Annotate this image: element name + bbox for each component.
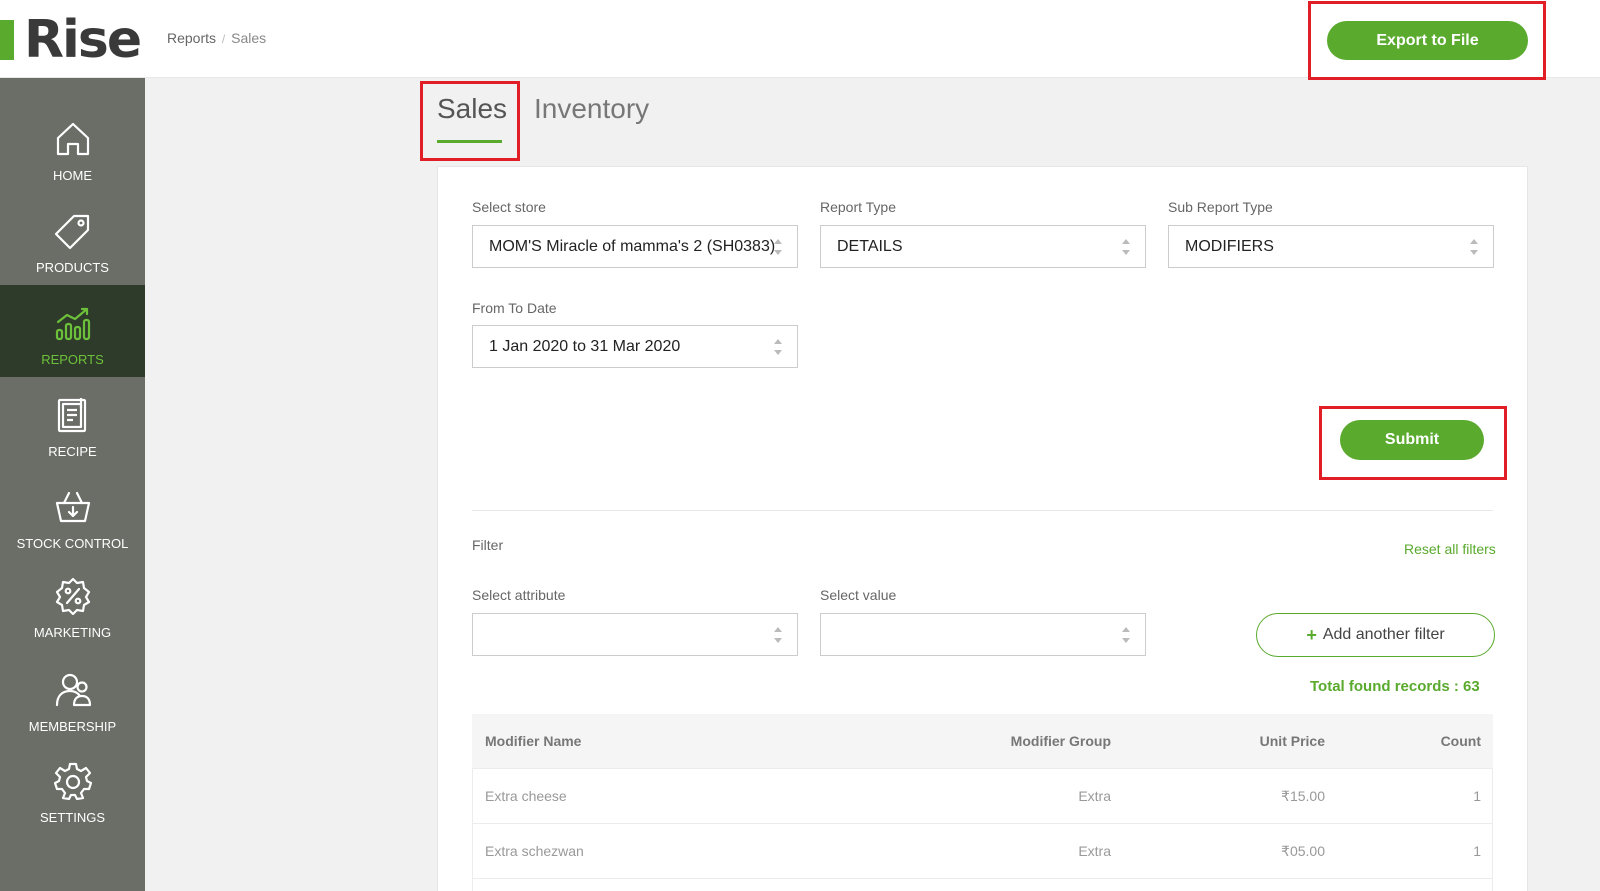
percent-badge-icon [55, 577, 90, 615]
logo[interactable]: Rise [0, 8, 142, 72]
submit-button[interactable]: Submit [1340, 420, 1484, 460]
value-select[interactable] [820, 613, 1146, 656]
sidebar-item-label: PRODUCTS [36, 260, 109, 275]
sidebar-item-reports[interactable]: REPORTS [0, 285, 145, 377]
sort-arrows-icon [1122, 627, 1130, 643]
report-type-label: Report Type [820, 199, 897, 215]
sub-report-type-label: Sub Report Type [1168, 199, 1273, 215]
add-another-filter-button[interactable]: + Add another filter [1256, 613, 1495, 657]
clipboard-icon [57, 398, 86, 433]
column-header[interactable]: Modifier Name [485, 733, 581, 749]
column-header[interactable]: Count [1441, 733, 1481, 749]
filter-title: Filter [472, 537, 504, 553]
date-range-select[interactable]: 1 Jan 2020 to 31 Mar 2020 [472, 325, 798, 368]
gear-icon [53, 762, 92, 800]
sidebar-item-membership[interactable]: MEMBERSHIP [0, 652, 145, 744]
tab-sales[interactable]: Sales [437, 93, 507, 125]
date-range-value: 1 Jan 2020 to 31 Mar 2020 [489, 337, 681, 355]
store-select-value: MOM'S Miracle of mamma's 2 (SH0383) [489, 237, 776, 255]
reset-all-filters-link[interactable]: Reset all filters [1404, 541, 1496, 557]
report-type-select[interactable]: DETAILS [820, 225, 1146, 268]
export-to-file-button[interactable]: Export to File [1327, 21, 1528, 60]
total-records: Total found records : 63 [1310, 678, 1480, 695]
sidebar-item-label: SETTINGS [39, 810, 105, 825]
plus-icon: + [1306, 624, 1317, 645]
store-select[interactable]: MOM'S Miracle of mamma's 2 (SH0383) [472, 225, 798, 268]
sidebar: HOME PRODUCTS REPORTS RECIPE STOCK CONTR… [0, 78, 145, 891]
column-header[interactable]: Unit Price [1260, 733, 1325, 749]
breadcrumb-parent[interactable]: Reports [167, 30, 216, 46]
modifier-group-cell: Extra [1078, 788, 1111, 804]
column-header[interactable]: Modifier Group [1011, 733, 1111, 749]
unit-price-cell: ₹05.00 [1281, 843, 1325, 859]
home-icon [56, 122, 89, 156]
basket-icon [55, 491, 90, 523]
breadcrumb: Reports / Sales [167, 30, 266, 46]
sidebar-item-label: REPORTS [41, 352, 104, 367]
sidebar-item-products[interactable]: PRODUCTS [0, 193, 145, 285]
sub-report-type-select[interactable]: MODIFIERS [1168, 225, 1494, 268]
top-bar: Rise Reports / Sales Export to File [0, 0, 1600, 78]
report-type-value: DETAILS [837, 237, 903, 255]
date-range-label: From To Date [472, 300, 557, 316]
sidebar-item-label: RECIPE [48, 444, 97, 459]
chart-icon [55, 307, 90, 341]
count-cell: 1 [1473, 843, 1481, 859]
modifier-name-cell: Extra schezwan [485, 843, 584, 859]
modifier-name-cell: Extra cheese [485, 788, 567, 804]
sort-arrows-icon [774, 339, 782, 355]
select-value-label: Select value [820, 587, 897, 603]
active-tab-indicator [437, 140, 502, 143]
sidebar-item-label: MEMBERSHIP [28, 719, 117, 734]
sidebar-item-home[interactable]: HOME [0, 101, 145, 193]
sidebar-item-marketing[interactable]: MARKETING [0, 558, 145, 650]
tab-inventory[interactable]: Inventory [534, 93, 649, 125]
table-header-row: Modifier Name Modifier Group Unit Price … [472, 714, 1493, 769]
logo-text: Rise [24, 10, 142, 70]
tag-icon [54, 214, 89, 250]
sort-arrows-icon [1122, 239, 1130, 255]
add-filter-label: Add another filter [1322, 626, 1445, 643]
breadcrumb-separator: / [221, 32, 226, 46]
table-row[interactable]: Extra cheese Extra ₹15.00 1 [472, 769, 1493, 824]
sidebar-item-recipe[interactable]: RECIPE [0, 377, 145, 469]
sidebar-item-label: STOCK CONTROL [16, 536, 129, 551]
unit-price-cell: ₹15.00 [1281, 788, 1325, 804]
table-row[interactable]: Extra schezwan Extra ₹05.00 1 [472, 824, 1493, 879]
select-store-label: Select store [472, 199, 546, 215]
attribute-select[interactable] [472, 613, 798, 656]
modifier-group-cell: Extra [1078, 843, 1111, 859]
sort-arrows-icon [774, 627, 782, 643]
count-cell: 1 [1473, 788, 1481, 804]
breadcrumb-current: Sales [231, 30, 267, 46]
sort-arrows-icon [1470, 239, 1478, 255]
section-divider [472, 510, 1493, 511]
logo-mark [0, 20, 14, 60]
sidebar-item-label: HOME [53, 168, 92, 183]
sidebar-item-settings[interactable]: SETTINGS [0, 743, 145, 835]
sort-arrows-icon [774, 239, 782, 255]
sidebar-item-stock-control[interactable]: STOCK CONTROL [0, 469, 145, 561]
sub-report-type-value: MODIFIERS [1185, 237, 1274, 255]
users-icon [55, 673, 91, 707]
select-attribute-label: Select attribute [472, 587, 566, 603]
results-table: Modifier Name Modifier Group Unit Price … [472, 714, 1493, 879]
sidebar-item-label: MARKETING [33, 625, 112, 640]
